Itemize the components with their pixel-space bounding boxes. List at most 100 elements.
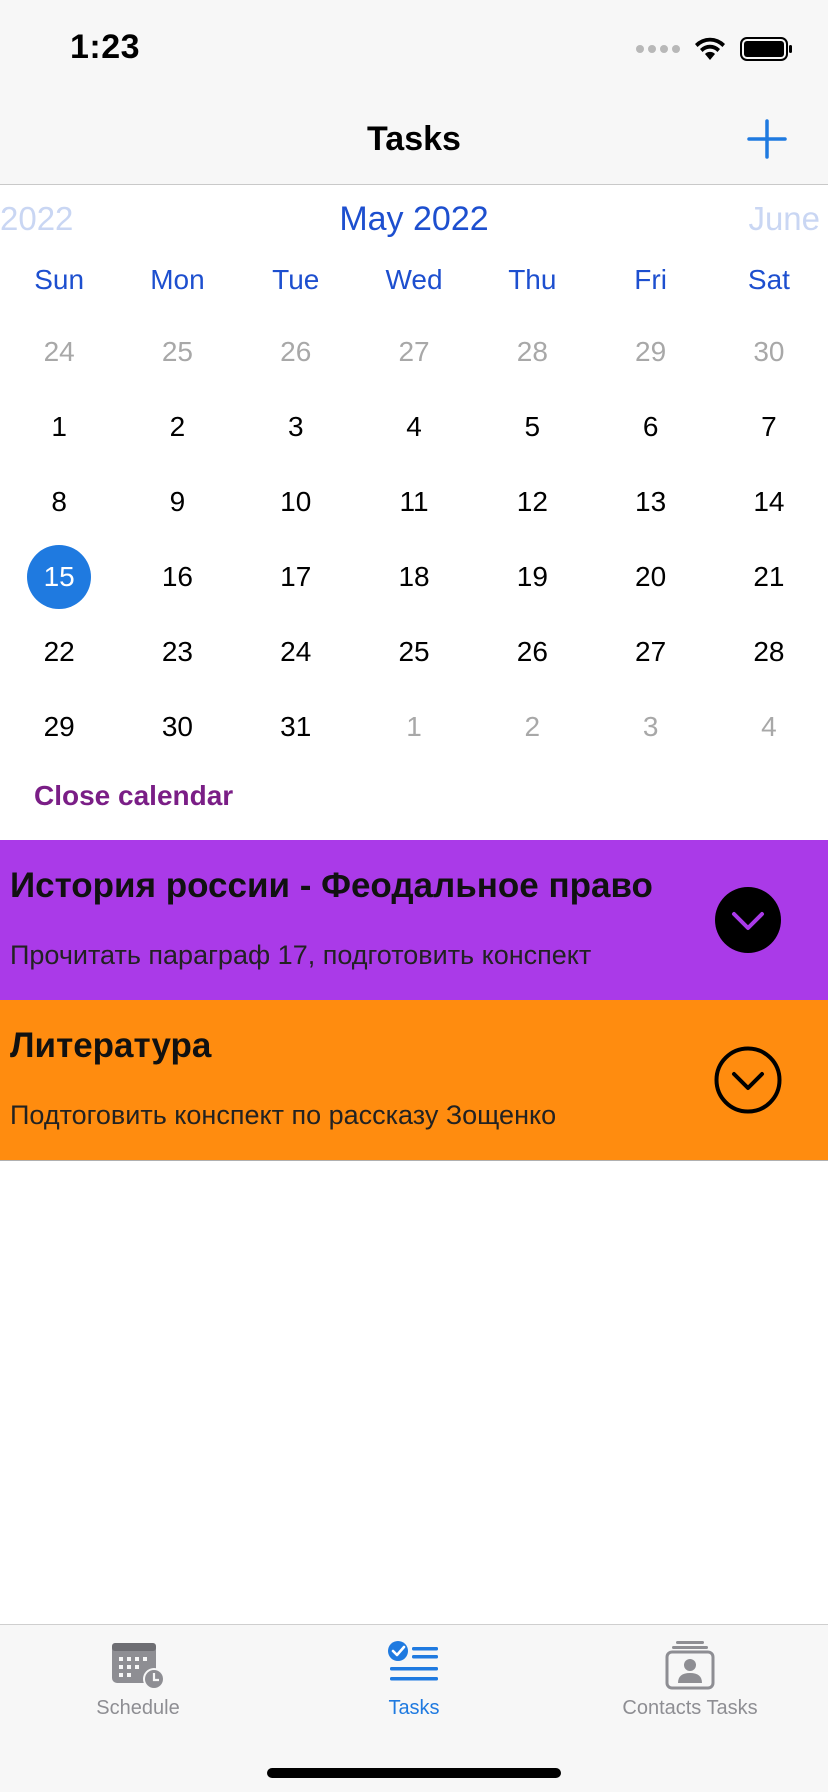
- day-number: 10: [280, 485, 312, 517]
- day-number: 21: [753, 560, 785, 592]
- calendar-day-selected[interactable]: 15: [0, 539, 118, 614]
- calendar-day[interactable]: 31: [237, 689, 355, 764]
- calendar-day[interactable]: 1: [355, 689, 473, 764]
- day-number: 1: [406, 710, 422, 742]
- day-number: 28: [516, 335, 548, 367]
- tab-label: Schedule: [96, 1697, 180, 1719]
- calendar-day[interactable]: 3: [237, 389, 355, 464]
- chevron-down-circle-filled-icon[interactable]: [714, 886, 782, 954]
- day-number: 29: [43, 710, 75, 742]
- calendar-day[interactable]: 27: [355, 314, 473, 389]
- chevron-down-circle-outline-icon[interactable]: [714, 1046, 782, 1114]
- weekday-label: Fri: [634, 264, 667, 295]
- day-number: 23: [161, 635, 194, 667]
- calendar-day[interactable]: 19: [473, 539, 591, 614]
- tab-label: Contacts Tasks: [622, 1697, 758, 1719]
- day-number: 12: [516, 485, 548, 517]
- calendar-day[interactable]: 17: [237, 539, 355, 614]
- day-number: 19: [516, 560, 548, 592]
- calendar-day[interactable]: 11: [355, 464, 473, 539]
- day-number: 30: [161, 710, 194, 742]
- calendar-day[interactable]: 23: [118, 614, 236, 689]
- task-card[interactable]: История россии - Феодальное право Прочит…: [0, 840, 828, 1001]
- calendar-day[interactable]: 10: [237, 464, 355, 539]
- calendar-day[interactable]: 6: [591, 389, 709, 464]
- day-number: 4: [761, 710, 777, 742]
- day-number: 17: [280, 560, 312, 592]
- calendar-day[interactable]: 16: [118, 539, 236, 614]
- tab-contacts-tasks[interactable]: Contacts Tasks: [570, 1639, 810, 1720]
- day-number: 20: [635, 560, 667, 592]
- tab-schedule[interactable]: Schedule: [18, 1639, 258, 1720]
- checklist-icon: [388, 1641, 438, 1681]
- battery-icon: [740, 37, 792, 61]
- day-number: 7: [761, 410, 777, 442]
- calendar-day[interactable]: 9: [118, 464, 236, 539]
- calendar-day[interactable]: 7: [710, 389, 828, 464]
- calendar-day[interactable]: 4: [355, 389, 473, 464]
- calendar-day[interactable]: 18: [355, 539, 473, 614]
- weekday-label: Thu: [508, 264, 557, 295]
- calendar-day[interactable]: 24: [0, 314, 118, 389]
- day-number: 26: [516, 635, 548, 667]
- calendar-day[interactable]: 25: [355, 614, 473, 689]
- calendar-day[interactable]: 4: [710, 689, 828, 764]
- calendar-day[interactable]: 25: [118, 314, 236, 389]
- calendar-day[interactable]: 22: [0, 614, 118, 689]
- calendar-day[interactable]: 27: [591, 614, 709, 689]
- calendar-clock-icon: [112, 1643, 165, 1690]
- day-number: 29: [635, 335, 667, 367]
- task-description: Подтоговить конспект по рассказу Зощенко: [10, 1100, 557, 1130]
- calendar-days-grid: 24 25 26 27 28 29 30 1 2 3 4 5 6 7 8 9 10 11 12 13 14 15 16 17 1…: [0, 314, 828, 764]
- day-number: 9: [169, 485, 186, 517]
- tab-bar: Schedule Tasks Contacts Tasks: [0, 1624, 828, 1792]
- day-number: 22: [43, 635, 75, 667]
- day-number: 3: [287, 410, 304, 442]
- next-month-label[interactable]: June: [748, 200, 820, 238]
- calendar-month-header: 2022 May 2022 June: [0, 200, 828, 250]
- day-number: 18: [398, 560, 430, 592]
- status-icons: [636, 34, 794, 64]
- day-number: 31: [280, 710, 312, 742]
- calendar-day[interactable]: 28: [710, 614, 828, 689]
- day-number: 6: [642, 410, 659, 442]
- plus-icon[interactable]: [744, 116, 790, 162]
- navigation-bar: Tasks: [0, 96, 828, 185]
- calendar-day[interactable]: 12: [473, 464, 591, 539]
- calendar-day[interactable]: 13: [591, 464, 709, 539]
- day-number: 16: [161, 560, 194, 592]
- calendar-day[interactable]: 21: [710, 539, 828, 614]
- day-number: 25: [398, 635, 430, 667]
- day-number: 26: [280, 335, 312, 367]
- day-number: 25: [161, 335, 194, 367]
- day-number: 15: [27, 544, 92, 609]
- calendar-day[interactable]: 30: [118, 689, 236, 764]
- calendar-day[interactable]: 5: [473, 389, 591, 464]
- calendar-day[interactable]: 14: [710, 464, 828, 539]
- calendar-day[interactable]: 3: [591, 689, 709, 764]
- day-number: 11: [399, 485, 429, 517]
- calendar-day[interactable]: 29: [591, 314, 709, 389]
- calendar-day[interactable]: 24: [237, 614, 355, 689]
- weekday-label: Tue: [272, 264, 320, 295]
- tab-tasks[interactable]: Tasks: [294, 1639, 534, 1720]
- calendar-day[interactable]: 30: [710, 314, 828, 389]
- task-card[interactable]: Литература Подтоговить конспект по расск…: [0, 1000, 828, 1161]
- task-description: Прочитать параграф 17, подготовить консп…: [10, 940, 592, 970]
- close-calendar-button[interactable]: Close calendar: [34, 780, 233, 812]
- calendar-day[interactable]: 28: [473, 314, 591, 389]
- calendar-day[interactable]: 2: [118, 389, 236, 464]
- calendar-day[interactable]: 26: [473, 614, 591, 689]
- calendar-day[interactable]: 26: [237, 314, 355, 389]
- calendar-day[interactable]: 29: [0, 689, 118, 764]
- calendar-day[interactable]: 20: [591, 539, 709, 614]
- page-title: Tasks: [367, 120, 461, 158]
- day-number: 3: [642, 710, 659, 742]
- cellular-signal-icon: [636, 45, 680, 53]
- calendar-day[interactable]: 8: [0, 464, 118, 539]
- day-number: 5: [524, 410, 541, 442]
- day-number: 28: [753, 635, 785, 667]
- status-time: 1:23: [70, 28, 141, 66]
- calendar-day[interactable]: 2: [473, 689, 591, 764]
- calendar-day[interactable]: 1: [0, 389, 118, 464]
